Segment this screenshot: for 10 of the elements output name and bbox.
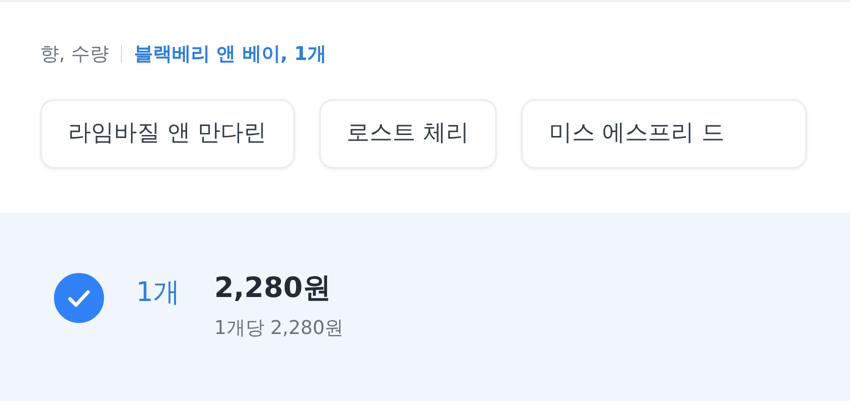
option-chip[interactable]: 라임바질 앤 만다린: [40, 98, 295, 168]
selected-option-text: 블랙베리 앤 베이, 1개: [134, 42, 326, 67]
checkmark-icon: [68, 290, 90, 306]
option-chip[interactable]: 로스트 체리: [318, 98, 497, 168]
price-text: 2,280원: [214, 273, 332, 304]
unit-price-text: 1개당 2,280원: [214, 316, 344, 341]
quantity-text: 1개: [136, 276, 180, 310]
option-chip[interactable]: 미스 에스프리 드: [520, 98, 807, 168]
checkbox[interactable]: [54, 273, 104, 323]
option-label: 향, 수량: [40, 42, 110, 67]
